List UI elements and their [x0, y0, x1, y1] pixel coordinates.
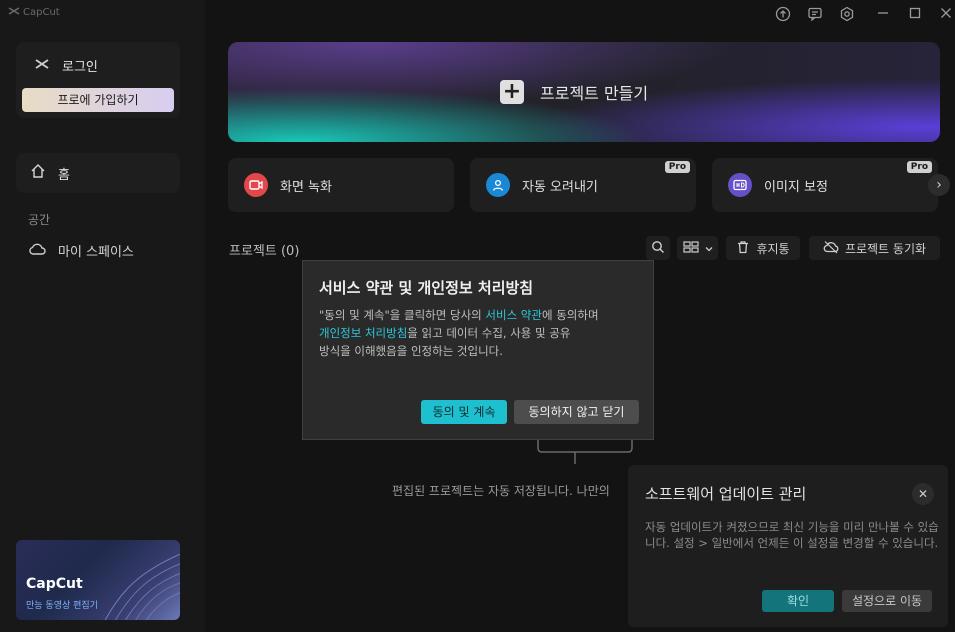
update-confirm-button[interactable]: 확인 [762, 590, 834, 612]
search-icon [651, 240, 665, 257]
login-button[interactable]: 로그인 [34, 56, 98, 75]
feature-card-screen-record[interactable]: 화면 녹화 [228, 158, 454, 212]
cloud-icon [28, 242, 46, 260]
empty-projects-text: 편집된 프로젝트는 자동 저장됩니다. 나만의 [392, 484, 610, 498]
sidebar-item-label: 마이 스페이스 [58, 245, 134, 260]
feature-card-image-enhance[interactable]: 이미지 보정 Pro [712, 158, 938, 212]
update-body: 자동 업데이트가 켜졌으므로 최신 기능을 미리 만나볼 수 있습니다. 설정 … [645, 520, 939, 550]
update-notification-panel: 소프트웨어 업데이트 관리 ✕ 자동 업데이트가 켜졌으므로 최신 기능을 미리… [628, 465, 948, 627]
chevron-down-icon [705, 241, 713, 255]
sidebar-item-myspace[interactable]: 마이 스페이스 [28, 241, 134, 260]
close-window-icon[interactable] [937, 6, 955, 24]
privacy-policy-link[interactable]: 개인정보 처리방침 [319, 326, 407, 340]
project-sync-button[interactable]: 프로젝트 동기화 [809, 236, 940, 260]
capcut-logo-icon [8, 6, 20, 19]
home-icon [30, 163, 46, 183]
settings-icon[interactable] [838, 6, 856, 24]
minimize-icon[interactable] [874, 6, 892, 24]
create-project-button[interactable]: + 프로젝트 만들기 [500, 80, 648, 104]
chevron-right-icon[interactable]: › [928, 174, 950, 196]
sidebar-item-home[interactable]: 홈 [16, 153, 180, 193]
sidebar-item-label: 홈 [58, 167, 70, 183]
app-title: CapCut [8, 6, 60, 19]
pro-join-button[interactable]: 프로에 가입하기 [22, 88, 174, 112]
close-icon[interactable]: ✕ [912, 483, 934, 505]
sidebar: CapCut 로그인 프로에 가입하기 홈 공간 마이 스페이스 CapCut … [0, 0, 205, 632]
capcut-logo-icon [34, 57, 50, 75]
dialog-text: 방식을 이해했음을 인정하는 것입니다. [319, 344, 503, 358]
trash-label: 휴지통 [756, 241, 790, 256]
terms-dialog: 서비스 약관 및 개인정보 처리방침 "동의 및 계속"을 클릭하면 당사의 서… [302, 260, 654, 440]
plus-icon: + [500, 80, 524, 104]
search-button[interactable] [646, 236, 670, 260]
trash-button[interactable]: 휴지통 [726, 236, 800, 260]
dialog-body: "동의 및 계속"을 클릭하면 당사의 서비스 약관에 동의하며 개인정보 처리… [319, 306, 641, 360]
agree-continue-button[interactable]: 동의 및 계속 [421, 400, 507, 424]
upload-icon[interactable] [774, 6, 792, 24]
project-sync-label: 프로젝트 동기화 [844, 241, 927, 256]
dialog-title: 서비스 약관 및 개인정보 처리방침 [319, 279, 534, 297]
screen-record-icon [244, 173, 268, 197]
terms-of-service-link[interactable]: 서비스 약관 [485, 308, 542, 322]
login-label: 로그인 [62, 60, 98, 75]
login-card: 로그인 프로에 가입하기 [16, 42, 180, 118]
create-project-banner[interactable]: + 프로젝트 만들기 [228, 42, 940, 142]
promo-brand: CapCut [26, 576, 83, 592]
feature-label: 이미지 보정 [764, 179, 828, 195]
decline-close-button[interactable]: 동의하지 않고 닫기 [514, 400, 639, 424]
dialog-text: 을 읽고 데이터 수집, 사용 및 공유 [407, 326, 571, 340]
pro-badge: Pro [906, 161, 932, 173]
grid-view-icon [682, 240, 699, 256]
view-toggle-button[interactable] [677, 236, 718, 260]
feedback-icon[interactable] [806, 6, 824, 24]
app-title-text: CapCut [23, 7, 60, 18]
trash-icon [736, 240, 750, 257]
person-cutout-icon [486, 173, 510, 197]
update-title: 소프트웨어 업데이트 관리 [645, 485, 807, 503]
dialog-text: 에 동의하며 [541, 308, 599, 322]
dialog-text: "동의 및 계속"을 클릭하면 당사의 [319, 308, 486, 322]
promo-card[interactable]: CapCut 만능 동영상 편집기 [16, 540, 180, 620]
projects-title: 프로젝트 (0) [229, 244, 300, 259]
cloud-sync-icon [823, 240, 839, 257]
maximize-icon[interactable] [906, 6, 924, 24]
feature-card-auto-cutout[interactable]: 자동 오려내기 Pro [470, 158, 696, 212]
pro-badge: Pro [664, 161, 690, 173]
go-to-settings-button[interactable]: 설정으로 이동 [842, 590, 932, 612]
section-label-space: 공간 [28, 213, 51, 227]
feature-label: 자동 오려내기 [522, 179, 598, 195]
hd-image-icon [728, 173, 752, 197]
feature-label: 화면 녹화 [280, 179, 332, 195]
create-project-label: 프로젝트 만들기 [540, 84, 649, 103]
promo-subtitle: 만능 동영상 편집기 [26, 601, 98, 611]
